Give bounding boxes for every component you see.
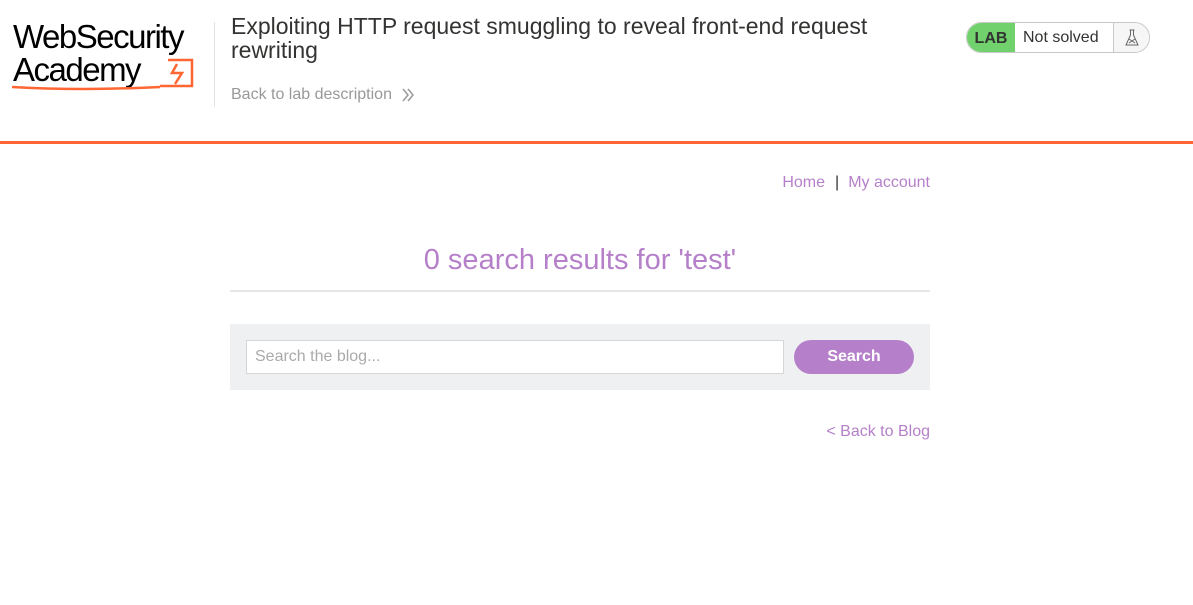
back-to-lab-description-label: Back to lab description <box>231 86 392 103</box>
top-navigation: Home | My account <box>230 174 930 192</box>
web-security-academy-logo[interactable]: WebSecurity Academy <box>10 20 212 92</box>
lab-status-text: Not solved <box>1015 23 1114 52</box>
double-chevron-right-icon <box>402 88 414 102</box>
nav-home-link[interactable]: Home <box>782 174 825 191</box>
nav-separator: | <box>835 174 840 191</box>
heading-divider <box>230 290 930 292</box>
blog-search-input[interactable] <box>246 340 784 374</box>
page-header: WebSecurity Academy Exploiting HTTP requ… <box>0 0 1193 141</box>
lab-badge: LAB <box>967 23 1015 52</box>
nav-my-account-link[interactable]: My account <box>848 174 930 191</box>
search-panel: Search <box>230 324 930 390</box>
lab-status-widget: LAB Not solved <box>966 22 1150 53</box>
back-to-blog-container: < Back to Blog <box>230 423 930 441</box>
search-button[interactable]: Search <box>794 340 914 374</box>
header-accent-bar <box>0 141 1193 144</box>
back-to-lab-description-link[interactable]: Back to lab description <box>231 86 414 104</box>
back-to-blog-link[interactable]: < Back to Blog <box>826 423 930 440</box>
flask-icon <box>1114 23 1149 52</box>
logo-swoosh-icon <box>11 58 194 91</box>
search-results-heading: 0 search results for 'test' <box>423 244 737 276</box>
flask-icon-svg <box>1124 29 1139 45</box>
header-divider <box>214 22 215 107</box>
lab-title: Exploiting HTTP request smuggling to rev… <box>231 13 868 63</box>
